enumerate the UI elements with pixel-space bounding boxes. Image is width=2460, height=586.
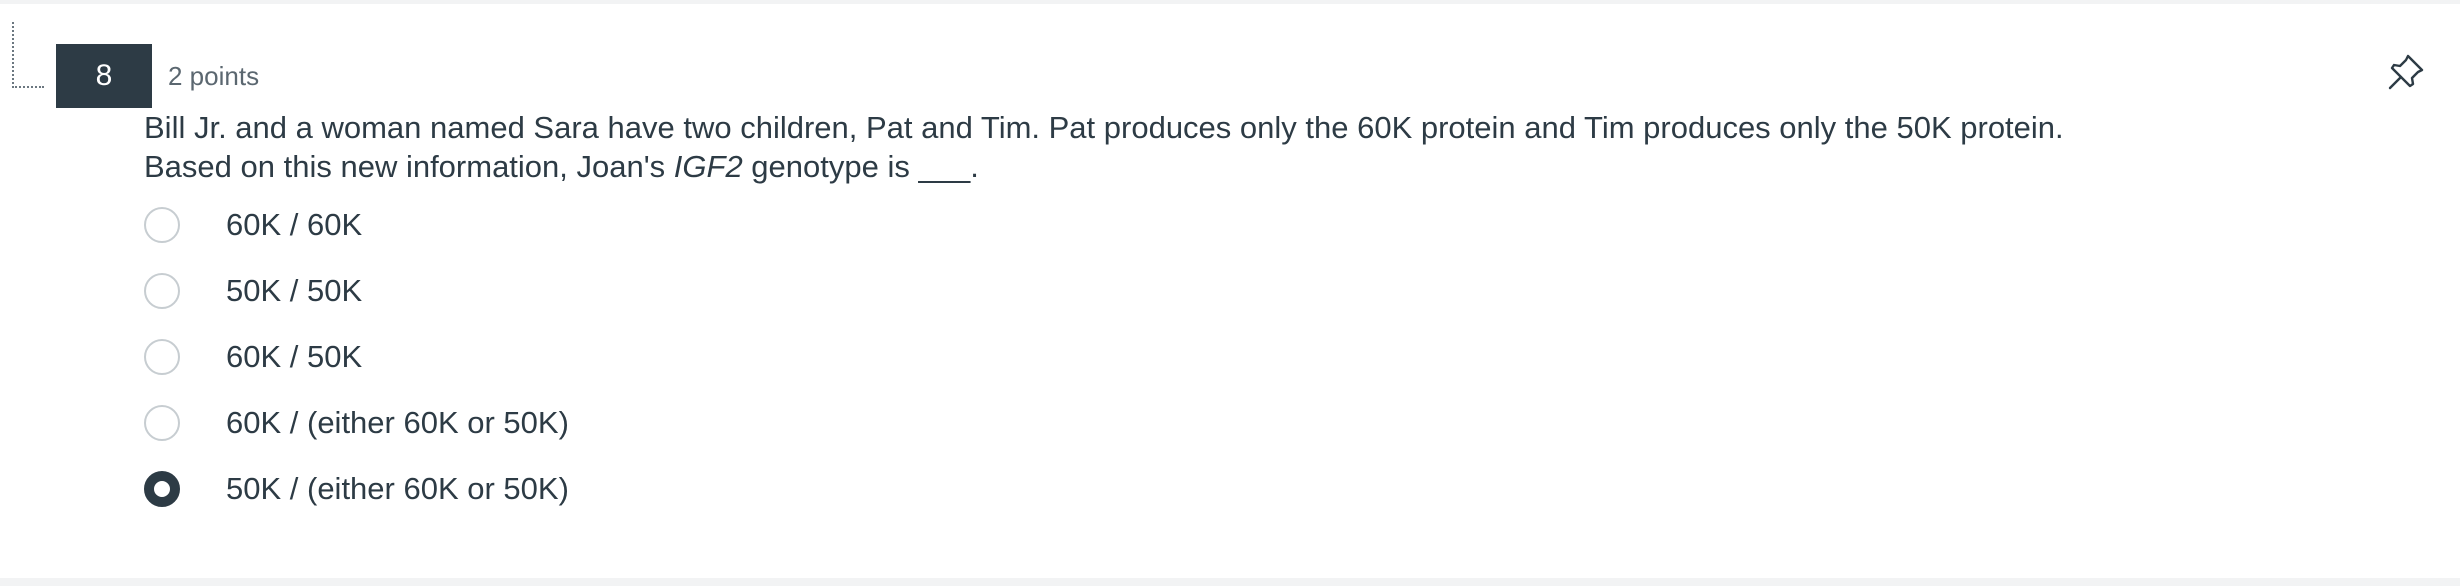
pushpin-icon[interactable] [2386, 52, 2426, 92]
radio-button-3[interactable] [144, 339, 180, 375]
answer-option-3[interactable]: 60K / 50K [144, 332, 1344, 398]
radio-button-1[interactable] [144, 207, 180, 243]
answer-option-4[interactable]: 60K / (either 60K or 50K) [144, 398, 1344, 464]
answer-label-5[interactable]: 50K / (either 60K or 50K) [226, 468, 569, 510]
gene-name: IGF2 [673, 149, 743, 184]
question-number-badge: 8 [56, 44, 152, 108]
question-text-line-1: Bill Jr. and a woman named Sara have two… [144, 110, 2064, 145]
answer-label-1[interactable]: 60K / 60K [226, 204, 362, 246]
answer-option-5[interactable]: 50K / (either 60K or 50K) [144, 464, 1344, 530]
pushpin-icon-graphic [2388, 54, 2424, 90]
answer-label-4[interactable]: 60K / (either 60K or 50K) [226, 402, 569, 444]
answer-label-2[interactable]: 50K / 50K [226, 270, 362, 312]
question-points: 2 points [168, 61, 260, 91]
answer-option-1[interactable]: 60K / 60K [144, 200, 1344, 266]
radio-button-5[interactable] [144, 471, 180, 507]
question-text: Bill Jr. and a woman named Sara have two… [144, 108, 2344, 186]
answer-option-2[interactable]: 50K / 50K [144, 266, 1344, 332]
radio-button-2[interactable] [144, 273, 180, 309]
quiz-question-panel: 8 2 points Bill Jr. and a woman named Sa… [0, 0, 2460, 586]
question-text-prefix: Based on this new information, Joan's [144, 149, 674, 184]
answer-label-3[interactable]: 60K / 50K [226, 336, 362, 378]
top-divider [0, 0, 2460, 4]
radio-button-4[interactable] [144, 405, 180, 441]
bottom-divider [0, 578, 2460, 586]
question-flag-marker[interactable] [12, 22, 44, 88]
question-text-suffix: genotype is ___. [742, 149, 979, 184]
question-text-line-2: Based on this new information, Joan's IG… [144, 147, 2344, 186]
answer-list: 60K / 60K 50K / 50K 60K / 50K 60K / (eit… [144, 200, 1344, 530]
